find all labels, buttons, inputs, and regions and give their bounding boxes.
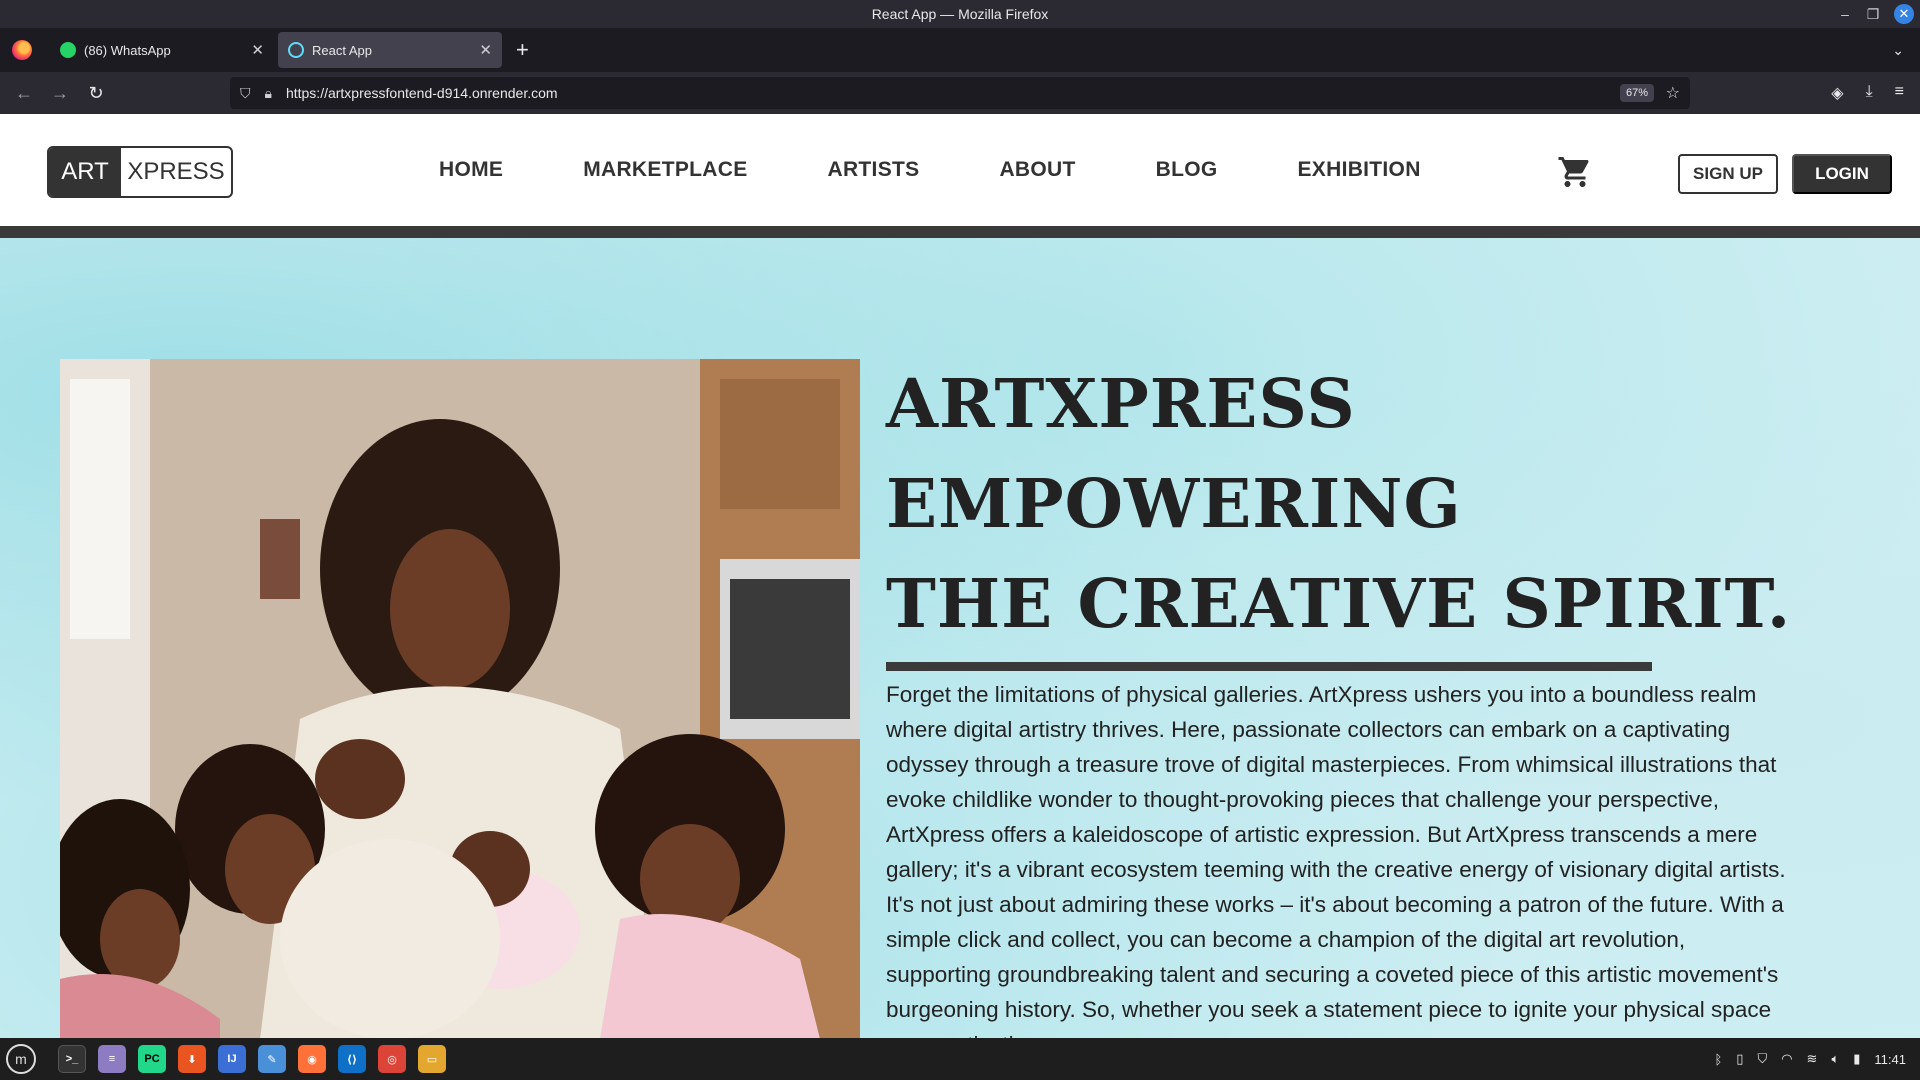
firefox-menu-icon[interactable] xyxy=(12,40,32,60)
nav-artists[interactable]: ARTISTS xyxy=(828,158,920,182)
headline-underline xyxy=(886,662,1652,671)
cart-icon[interactable] xyxy=(1556,154,1594,190)
site-logo[interactable]: ART XPRESS xyxy=(47,146,233,198)
window-titlebar: React App — Mozilla Firefox – ❐ ✕ xyxy=(0,0,1920,28)
start-menu-icon[interactable]: m xyxy=(6,1044,36,1074)
clock[interactable]: 11:41 xyxy=(1874,1052,1906,1067)
hero-image xyxy=(60,359,860,1038)
taskbar: m >_ ≡ PC ⬇ IJ ✎ ◉ ⟨⟩ ◎ ▭ ᛒ ▯ ⛉ ◠ ≋ 🔈︎ ▮… xyxy=(0,1038,1920,1080)
nav-exhibition[interactable]: EXHIBITION xyxy=(1297,158,1420,182)
headline-line-1: ARTXPRESS xyxy=(886,364,1356,443)
nav-about[interactable]: ABOUT xyxy=(999,158,1075,182)
hero-text: ARTXPRESS EMPOWERING THE CREATIVE SPIRIT… xyxy=(886,354,1826,1038)
software-center-icon[interactable]: ⬇ xyxy=(178,1045,206,1073)
close-tab-icon[interactable]: ✕ xyxy=(251,41,264,59)
battery-icon[interactable]: ▮ xyxy=(1853,1051,1860,1067)
volume-icon[interactable]: 🔈︎ xyxy=(1831,1051,1839,1067)
downloads-icon[interactable]: ⤓ xyxy=(1866,83,1873,103)
shield-icon[interactable]: ⛉ xyxy=(240,85,251,102)
site-header: ART XPRESS HOME MARKETPLACE ARTISTS ABOU… xyxy=(0,114,1920,226)
shield-tray-icon[interactable]: ⛉ xyxy=(1757,1051,1767,1067)
hero-paragraph: Forget the limitations of physical galle… xyxy=(886,682,1786,1038)
react-icon xyxy=(288,42,304,58)
headline-line-2: EMPOWERING xyxy=(886,464,1462,543)
pocket-icon[interactable]: ◈ xyxy=(1831,83,1843,103)
url-bar[interactable]: ⛉ 🔒︎ https://artxpressfontend-d914.onren… xyxy=(230,77,1690,109)
headline-line-3: THE CREATIVE SPIRIT. xyxy=(886,564,1792,643)
hamburger-menu-icon[interactable]: ≡ xyxy=(1895,83,1904,103)
url-text[interactable]: https://artxpressfontend-d914.onrender.c… xyxy=(286,85,558,101)
header-divider xyxy=(0,226,1920,238)
toolbar-right: ◈ ⤓ ≡ xyxy=(1831,83,1904,103)
tab-react-app[interactable]: React App ✕ xyxy=(278,32,502,68)
main-nav: HOME MARKETPLACE ARTISTS ABOUT BLOG EXHI… xyxy=(439,114,1501,226)
login-button[interactable]: LOGIN xyxy=(1792,154,1892,194)
reload-icon[interactable]: ↻ xyxy=(78,83,114,104)
browser-navbar: ← → ↻ ⛉ 🔒︎ https://artxpressfontend-d914… xyxy=(0,72,1920,114)
hero-headline: ARTXPRESS EMPOWERING THE CREATIVE SPIRIT… xyxy=(886,354,1826,654)
whatsapp-icon xyxy=(60,42,76,58)
minimize-icon[interactable]: – xyxy=(1838,6,1852,22)
window-title: React App — Mozilla Firefox xyxy=(871,6,1049,22)
list-tabs-icon[interactable]: ⌄ xyxy=(1892,42,1904,59)
notes-icon[interactable]: ✎ xyxy=(258,1045,286,1073)
nav-marketplace[interactable]: MARKETPLACE xyxy=(583,158,747,182)
tab-whatsapp[interactable]: (86) WhatsApp ✕ xyxy=(50,32,274,68)
close-tab-icon[interactable]: ✕ xyxy=(479,41,492,59)
window-controls: – ❐ ✕ xyxy=(1838,0,1914,28)
intellij-icon[interactable]: IJ xyxy=(218,1045,246,1073)
pycharm-icon[interactable]: PC xyxy=(138,1045,166,1073)
firefox-icon[interactable]: ◉ xyxy=(298,1045,326,1073)
clipboard-icon[interactable]: ▯ xyxy=(1736,1051,1743,1067)
new-tab-icon[interactable]: + xyxy=(516,37,529,63)
bookmark-star-icon[interactable]: ☆ xyxy=(1666,83,1680,103)
tab-label: (86) WhatsApp xyxy=(84,42,171,58)
forward-icon[interactable]: → xyxy=(42,83,78,104)
signup-button[interactable]: SIGN UP xyxy=(1678,154,1778,194)
bluetooth-icon[interactable]: ᛒ xyxy=(1714,1052,1722,1067)
page-viewport: ART XPRESS HOME MARKETPLACE ARTISTS ABOU… xyxy=(0,114,1920,1038)
text-editor-icon[interactable]: ≡ xyxy=(98,1045,126,1073)
logo-xpress: XPRESS xyxy=(127,158,225,185)
wifi-icon[interactable]: ≋ xyxy=(1807,1051,1818,1067)
close-window-icon[interactable]: ✕ xyxy=(1894,4,1914,24)
nav-blog[interactable]: BLOG xyxy=(1156,158,1218,182)
files-icon[interactable]: ▭ xyxy=(418,1045,446,1073)
system-tray: ᛒ ▯ ⛉ ◠ ≋ 🔈︎ ▮ 11:41 xyxy=(1714,1051,1906,1067)
back-icon[interactable]: ← xyxy=(6,83,42,104)
chrome-icon[interactable]: ◎ xyxy=(378,1045,406,1073)
vscode-icon[interactable]: ⟨⟩ xyxy=(338,1045,366,1073)
logo-art: ART xyxy=(49,148,121,196)
tab-bar: (86) WhatsApp ✕ React App ✕ + ⌄ xyxy=(0,28,1920,72)
maximize-icon[interactable]: ❐ xyxy=(1866,6,1880,23)
tab-label: React App xyxy=(312,42,372,58)
network-icon[interactable]: ◠ xyxy=(1781,1051,1792,1067)
terminal-icon[interactable]: >_ xyxy=(58,1045,86,1073)
lock-icon[interactable]: 🔒︎ xyxy=(265,85,272,102)
zoom-level[interactable]: 67% xyxy=(1619,84,1654,102)
nav-home[interactable]: HOME xyxy=(439,158,503,182)
